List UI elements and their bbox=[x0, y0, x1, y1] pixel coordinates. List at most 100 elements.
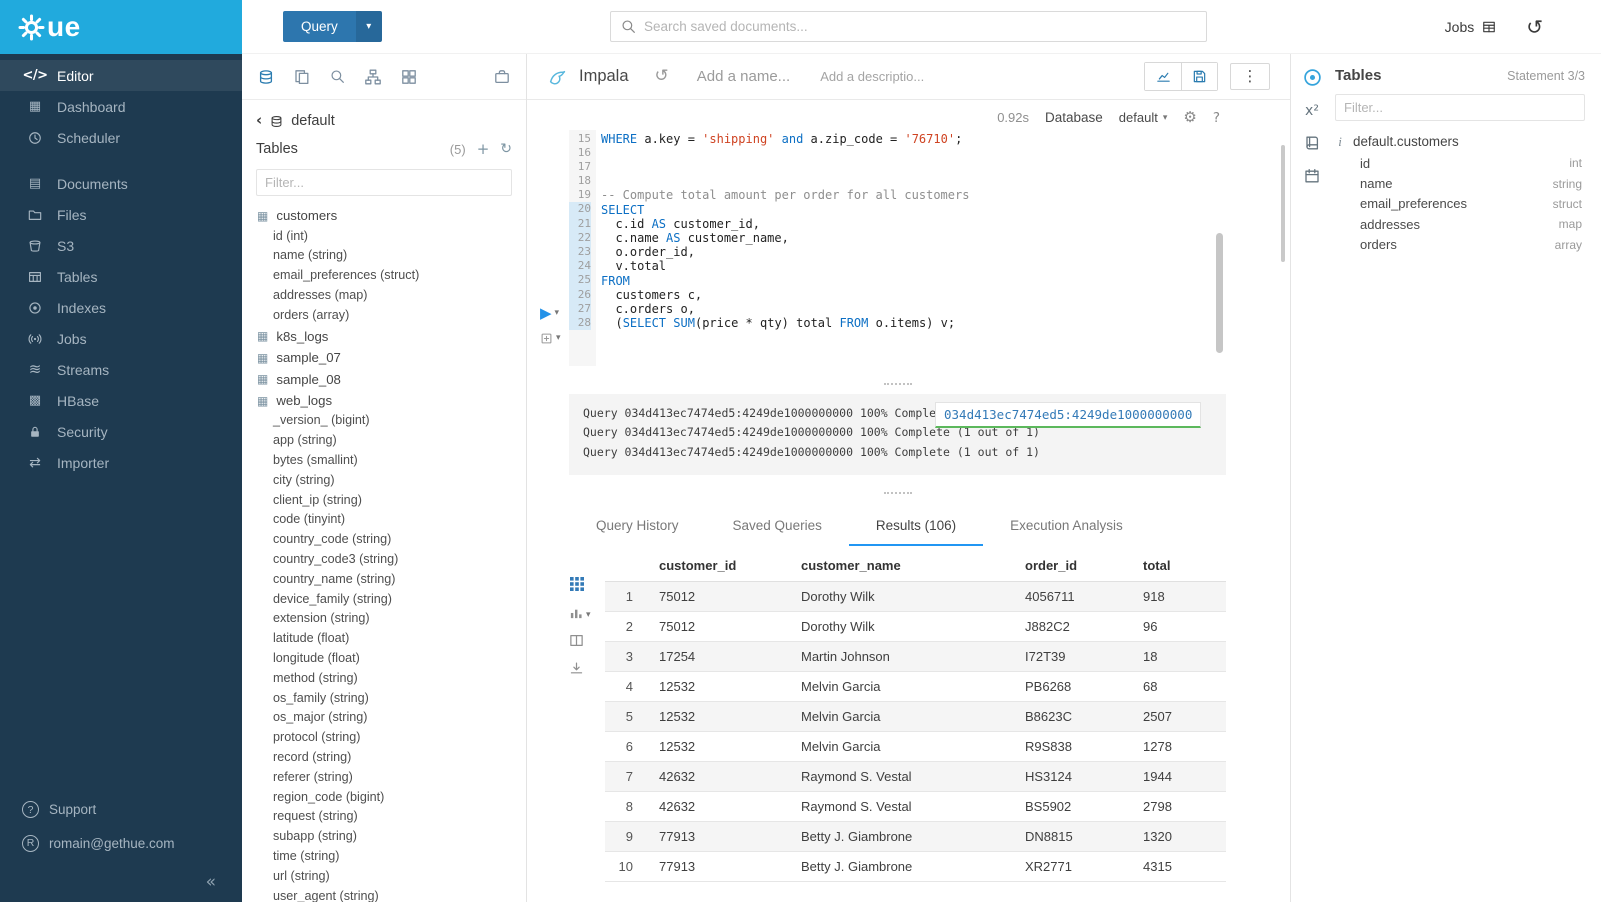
save-button[interactable] bbox=[1181, 63, 1217, 90]
column-entry[interactable]: idint bbox=[1335, 153, 1585, 173]
search-input[interactable] bbox=[644, 19, 1196, 34]
table-entry[interactable]: ▦k8s_logs bbox=[242, 325, 526, 347]
column-entry[interactable]: url (string) bbox=[242, 867, 526, 887]
table-filter-input[interactable] bbox=[256, 169, 512, 196]
language-reference-icon[interactable] bbox=[1304, 135, 1320, 151]
code-lines[interactable]: WHERE a.key = 'shipping' and a.zip_code … bbox=[596, 130, 1226, 366]
column-entry[interactable]: app (string) bbox=[242, 431, 526, 451]
query-description-input[interactable]: Add a descriptio... bbox=[820, 69, 924, 84]
nav-item-files[interactable]: Files bbox=[0, 199, 242, 230]
column-entry[interactable]: country_code (string) bbox=[242, 530, 526, 550]
solr-search-icon[interactable] bbox=[330, 69, 345, 84]
result-row[interactable]: 742632Raymond S. VestalHS31241944 bbox=[605, 762, 1226, 792]
query-id-tooltip[interactable]: 034d413ec7474ed5:4249de1000000000 bbox=[935, 402, 1201, 428]
functions-icon[interactable]: x² bbox=[1305, 104, 1319, 118]
jobs-link[interactable]: Jobs bbox=[1445, 19, 1497, 35]
database-breadcrumb[interactable]: ‹ default bbox=[242, 100, 526, 131]
execute-button[interactable]: ▶ ▾ bbox=[540, 304, 559, 322]
column-entry[interactable]: _version_ (bigint) bbox=[242, 411, 526, 431]
column-entry[interactable]: code (tinyint) bbox=[242, 510, 526, 530]
nav-item-documents[interactable]: ▤Documents bbox=[0, 168, 242, 199]
engine-selector[interactable]: Impala bbox=[547, 65, 629, 88]
column-entry[interactable]: subapp (string) bbox=[242, 827, 526, 847]
column-entry[interactable]: email_preferencesstruct bbox=[1335, 194, 1585, 214]
result-row[interactable]: 512532Melvin GarciaB8623C2507 bbox=[605, 702, 1226, 732]
column-entry[interactable]: time (string) bbox=[242, 847, 526, 867]
user-account[interactable]: R romain@gethue.com bbox=[0, 826, 242, 860]
nav-item-indexes[interactable]: Indexes bbox=[0, 292, 242, 323]
column-entry[interactable]: addressesmap bbox=[1335, 214, 1585, 234]
column-entry[interactable]: protocol (string) bbox=[242, 728, 526, 748]
hdfs-source-icon[interactable] bbox=[365, 69, 381, 85]
column-entry[interactable]: country_code3 (string) bbox=[242, 550, 526, 570]
result-row[interactable]: 977913Betty J. GiambroneDN88151320 bbox=[605, 822, 1226, 852]
column-entry[interactable]: request (string) bbox=[242, 807, 526, 827]
column-entry[interactable]: city (string) bbox=[242, 471, 526, 491]
resize-handle-top[interactable] bbox=[569, 380, 1226, 388]
result-row[interactable]: 842632Raymond S. VestalBS59022798 bbox=[605, 792, 1226, 822]
result-row[interactable]: 317254Martin JohnsonI72T3918 bbox=[605, 642, 1226, 672]
table-entry[interactable]: ▦sample_07 bbox=[242, 347, 526, 369]
query-id-link[interactable]: 034d413ec7474ed5:4249de1000000000 bbox=[944, 407, 1192, 422]
back-chevron-icon[interactable]: ‹ bbox=[256, 113, 262, 129]
more-actions-button[interactable]: ⋮ bbox=[1230, 63, 1270, 90]
column-header-order-id[interactable]: order_id bbox=[1015, 550, 1133, 582]
hue-logo[interactable]: ue bbox=[0, 0, 242, 54]
page-scrollbar[interactable] bbox=[1281, 145, 1285, 262]
column-entry[interactable]: user_agent (string) bbox=[242, 887, 526, 902]
column-entry[interactable]: device_family (string) bbox=[242, 590, 526, 610]
refresh-tables-button[interactable]: ↻ bbox=[500, 142, 512, 156]
column-entry[interactable]: os_major (string) bbox=[242, 708, 526, 728]
table-entry[interactable]: ▦customers bbox=[242, 205, 526, 227]
result-row[interactable]: 412532Melvin GarciaPB626868 bbox=[605, 672, 1226, 702]
column-entry[interactable]: email_preferences (struct) bbox=[242, 266, 526, 286]
column-entry[interactable]: id (int) bbox=[242, 227, 526, 247]
help-button[interactable]: ? bbox=[1213, 110, 1220, 126]
column-entry[interactable]: extension (string) bbox=[242, 609, 526, 629]
result-row[interactable]: 175012Dorothy Wilk4056711918 bbox=[605, 582, 1226, 612]
column-entry[interactable]: region_code (bigint) bbox=[242, 788, 526, 808]
column-header-customer-id[interactable]: customer_id bbox=[649, 550, 791, 582]
result-row[interactable]: 275012Dorothy WilkJ882C296 bbox=[605, 612, 1226, 642]
database-dropdown[interactable]: default ▾ bbox=[1119, 110, 1168, 125]
resize-handle-bottom[interactable] bbox=[569, 489, 1226, 497]
column-entry[interactable]: record (string) bbox=[242, 748, 526, 768]
tab-results-106[interactable]: Results (106) bbox=[849, 509, 983, 546]
column-entry[interactable]: orders (array) bbox=[242, 306, 526, 326]
nav-item-editor[interactable]: </>Editor bbox=[0, 60, 242, 91]
tab-execution-analysis[interactable]: Execution Analysis bbox=[983, 509, 1150, 546]
nav-item-hbase[interactable]: ▩HBase bbox=[0, 385, 242, 416]
column-entry[interactable]: longitude (float) bbox=[242, 649, 526, 669]
settings-button[interactable]: ⚙ bbox=[1183, 110, 1196, 125]
download-button[interactable] bbox=[569, 661, 584, 676]
column-entry[interactable]: addresses (map) bbox=[242, 286, 526, 306]
nav-item-scheduler[interactable]: Scheduler bbox=[0, 122, 242, 153]
documents-source-icon[interactable] bbox=[294, 69, 310, 85]
query-name-input[interactable]: Add a name... bbox=[697, 68, 790, 85]
result-row[interactable]: 612532Melvin GarciaR9S8381278 bbox=[605, 732, 1226, 762]
column-entry[interactable]: bytes (smallint) bbox=[242, 451, 526, 471]
right-filter-input[interactable] bbox=[1335, 94, 1585, 121]
new-query-button[interactable]: Query ▾ bbox=[283, 11, 382, 42]
column-entry[interactable]: os_family (string) bbox=[242, 689, 526, 709]
column-header-customer-name[interactable]: customer_name bbox=[791, 550, 1015, 582]
editor-context-icon[interactable] bbox=[1303, 68, 1322, 87]
schedule-icon[interactable] bbox=[1304, 168, 1320, 184]
nav-item-streams[interactable]: ≋Streams bbox=[0, 354, 242, 385]
query-button-label[interactable]: Query bbox=[283, 11, 356, 42]
query-dropdown-caret[interactable]: ▾ bbox=[356, 11, 382, 42]
active-table-entry[interactable]: i default.customers bbox=[1335, 130, 1585, 153]
editor-scrollbar[interactable] bbox=[1216, 233, 1223, 353]
table-entry[interactable]: ▦sample_08 bbox=[242, 368, 526, 390]
add-table-button[interactable]: + bbox=[477, 142, 490, 157]
insert-snippet-button[interactable]: ▾ bbox=[540, 332, 561, 345]
collections-bag-icon[interactable] bbox=[494, 69, 510, 85]
query-history-button[interactable]: ↺ bbox=[655, 68, 669, 85]
history-button[interactable]: ↺ bbox=[1526, 17, 1543, 37]
column-entry[interactable]: method (string) bbox=[242, 669, 526, 689]
nav-item-s3[interactable]: S3 bbox=[0, 230, 242, 261]
column-entry[interactable]: namestring bbox=[1335, 173, 1585, 193]
sidebar-collapse-button[interactable]: « bbox=[0, 860, 242, 894]
nav-item-security[interactable]: Security bbox=[0, 416, 242, 447]
column-entry[interactable]: referer (string) bbox=[242, 768, 526, 788]
